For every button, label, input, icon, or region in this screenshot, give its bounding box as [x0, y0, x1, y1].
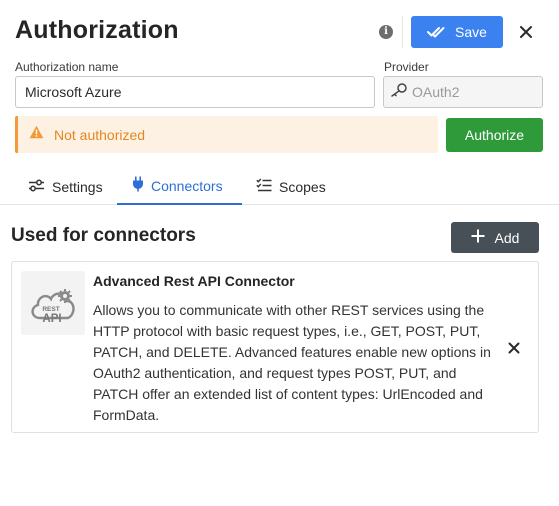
- warning-icon: [29, 125, 44, 144]
- header: Authorization i Save: [15, 14, 543, 50]
- save-button-label: Save: [455, 24, 487, 40]
- authorization-name-input[interactable]: Microsoft Azure: [15, 76, 375, 108]
- tab-label: Settings: [52, 178, 103, 195]
- tab-scopes[interactable]: Scopes: [256, 168, 326, 205]
- add-connector-button[interactable]: Add: [451, 222, 539, 253]
- header-divider: [402, 16, 403, 48]
- connector-description: Allows you to communicate with other RES…: [93, 302, 491, 423]
- plug-icon: [132, 176, 144, 195]
- info-icon[interactable]: i: [379, 25, 393, 39]
- provider-value: OAuth2: [412, 84, 460, 100]
- key-icon: [390, 77, 408, 107]
- logo-text-rest: REST: [42, 306, 59, 313]
- sliders-icon: [28, 179, 45, 195]
- authorization-name-label: Authorization name: [15, 60, 119, 74]
- tab-label: Scopes: [279, 178, 326, 195]
- plus-icon: [471, 229, 485, 246]
- authorize-button[interactable]: Authorize: [446, 118, 543, 152]
- page-title: Authorization: [15, 16, 179, 44]
- add-button-label: Add: [494, 229, 520, 246]
- tab-bar: Settings Connectors Scopes: [0, 168, 559, 205]
- rest-api-cloud-icon: REST API: [21, 271, 85, 335]
- close-icon[interactable]: [516, 22, 536, 42]
- tab-connectors[interactable]: Connectors: [117, 168, 242, 205]
- connector-card: REST API Advanced Rest API Connector All…: [11, 261, 539, 433]
- save-button[interactable]: Save: [411, 16, 503, 48]
- section-title: Used for connectors: [11, 225, 196, 246]
- status-text: Not authorized: [54, 126, 146, 143]
- checklist-icon: [256, 178, 272, 195]
- provider-field: OAuth2: [383, 76, 543, 108]
- status-banner: Not authorized: [15, 116, 438, 153]
- connector-title: Advanced Rest API Connector: [93, 273, 295, 289]
- tab-settings[interactable]: Settings: [28, 168, 103, 205]
- remove-connector-icon[interactable]: [506, 340, 522, 356]
- double-check-icon: [427, 25, 445, 39]
- provider-label: Provider: [384, 60, 429, 74]
- logo-text-api: API: [42, 313, 61, 325]
- tab-label: Connectors: [151, 177, 223, 194]
